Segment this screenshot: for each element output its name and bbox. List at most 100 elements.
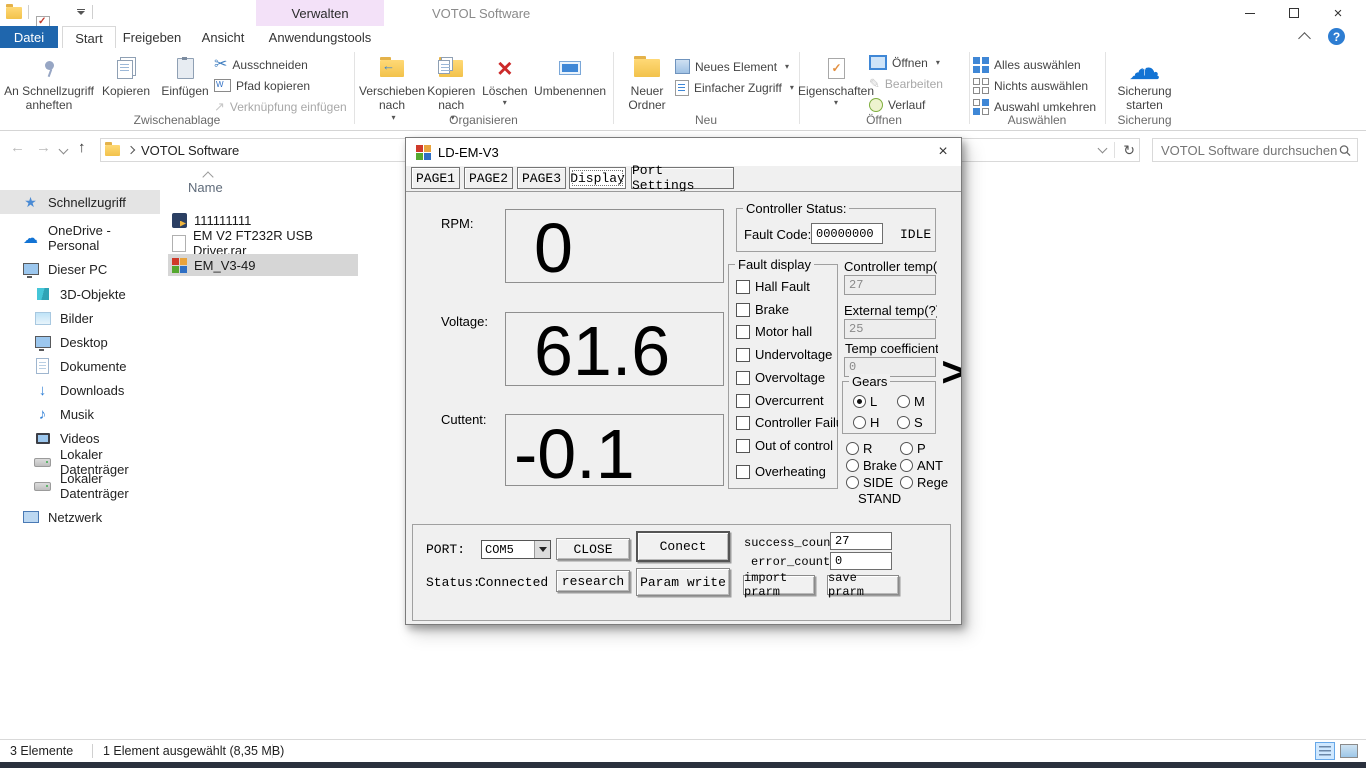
radio-icon[interactable] [897, 395, 910, 408]
fault-checkbox-overcurrent[interactable]: Overcurrent [736, 393, 838, 408]
tab-freigeben[interactable]: Freigeben [114, 26, 190, 48]
sidebar-item-quick-access[interactable]: ★ Schnellzugriff [0, 190, 160, 214]
fault-code-value[interactable]: 00000000 [811, 223, 883, 244]
checkbox-icon[interactable] [736, 416, 750, 430]
checkbox-icon[interactable] [736, 371, 750, 385]
help-button[interactable]: ? [1328, 28, 1345, 45]
back-icon[interactable]: ← [10, 140, 25, 155]
history-button[interactable]: Verlauf [869, 94, 943, 115]
fault-checkbox-overheating[interactable]: Overheating [736, 464, 838, 479]
restore-button[interactable] [1272, 0, 1316, 26]
radio-icon[interactable] [900, 442, 913, 455]
tab-datei[interactable]: Datei [0, 26, 58, 48]
tab-ansicht[interactable]: Ansicht [190, 26, 256, 48]
thumbnails-view-button[interactable] [1339, 742, 1359, 760]
qat-customize-icon[interactable] [76, 9, 86, 15]
fault-checkbox-out-of-control[interactable]: Out of control [736, 438, 838, 453]
sidebar-item-music[interactable]: ♪ Musik [0, 402, 160, 426]
checkbox-icon[interactable] [736, 325, 750, 339]
checkbox-icon[interactable] [736, 439, 750, 453]
fault-checkbox-hall-fault[interactable]: Hall Fault [736, 279, 838, 294]
forward-icon[interactable]: → [36, 140, 51, 155]
tab-display[interactable]: Display [569, 167, 626, 189]
minimize-button[interactable] [1228, 0, 1272, 26]
sidebar-item-downloads[interactable]: ↓ Downloads [0, 378, 160, 402]
select-none-button[interactable]: Nichts auswählen [973, 75, 1096, 96]
radio-icon[interactable] [846, 442, 859, 455]
start-backup-button[interactable]: ☁↑ Sicherung starten [1107, 50, 1182, 113]
radio-gear-m[interactable]: M [897, 394, 925, 409]
delete-button[interactable]: × Löschen [480, 50, 529, 107]
save-param-button[interactable]: save prarm [827, 575, 899, 595]
collapse-ribbon-icon[interactable] [1298, 32, 1311, 45]
radio-icon[interactable] [897, 416, 910, 429]
tab-port-settings[interactable]: Port Settings [631, 167, 734, 189]
address-dropdown-icon[interactable] [1098, 144, 1108, 154]
details-view-button[interactable] [1315, 742, 1335, 760]
search-box[interactable] [1152, 138, 1358, 162]
tab-start[interactable]: Start [62, 26, 116, 49]
controller-temp-value[interactable]: 27 [844, 275, 936, 295]
rename-button[interactable]: Umbenennen [529, 50, 611, 99]
port-combo[interactable]: COM5 [481, 540, 551, 559]
radio-gear-s[interactable]: S [897, 415, 923, 430]
new-folder-button[interactable]: Neuer Ordner [619, 50, 675, 113]
move-to-button[interactable]: ← Verschieben nach [362, 50, 422, 122]
verwalten-context-tab[interactable]: Verwalten [256, 0, 384, 26]
sidebar-item-onedrive[interactable]: ☁ OneDrive - Personal [0, 226, 160, 250]
external-temp-value[interactable]: 25 [844, 319, 936, 339]
radio-brake[interactable]: Brake [846, 458, 897, 473]
copy-to-button[interactable]: Kopieren nach [422, 50, 480, 122]
copy-path-button[interactable]: Pfad kopieren [214, 75, 347, 96]
fault-checkbox-controller-failure[interactable]: Controller Failure [736, 415, 838, 430]
radio-icon[interactable] [853, 416, 866, 429]
radio-icon[interactable] [900, 476, 913, 489]
radio-rege[interactable]: Rege [900, 475, 948, 490]
sidebar-item-3d-objects[interactable]: 3D-Objekte [0, 282, 160, 306]
import-param-button[interactable]: import prarm [743, 575, 815, 595]
paste-button[interactable]: Einfügen [156, 50, 214, 99]
error-count-value[interactable]: 0 [830, 552, 892, 570]
sidebar-item-this-pc[interactable]: Dieser PC [0, 257, 160, 281]
expand-arrow[interactable]: > [941, 354, 962, 396]
sidebar-item-network[interactable]: Netzwerk [0, 505, 160, 529]
connect-button[interactable]: Conect [636, 531, 730, 562]
radio-icon[interactable] [846, 476, 859, 489]
checkbox-icon[interactable] [736, 394, 750, 408]
param-write-button[interactable]: Param write [636, 568, 730, 596]
checkbox-icon[interactable] [736, 303, 750, 317]
pin-to-quick-access-button[interactable]: An Schnellzugriff anheften [2, 50, 96, 113]
select-all-button[interactable]: Alles auswählen [973, 54, 1096, 75]
radio-icon[interactable] [900, 459, 913, 472]
radio-gear-h[interactable]: H [853, 415, 879, 430]
easy-access-button[interactable]: Einfacher Zugriff [675, 77, 794, 98]
fault-checkbox-motor-hall[interactable]: Motor hall [736, 324, 838, 339]
sidebar-item-local-disk-2[interactable]: Lokaler Datenträger [0, 474, 160, 498]
fault-checkbox-undervoltage[interactable]: Undervoltage [736, 347, 838, 362]
open-button[interactable]: Öffnen [869, 52, 943, 73]
radio-ant[interactable]: ANT [900, 458, 943, 473]
recent-locations-icon[interactable] [59, 145, 69, 155]
refresh-icon[interactable]: ↻ [1123, 142, 1135, 159]
close-port-button[interactable]: CLOSE [556, 538, 630, 560]
checkbox-icon[interactable] [736, 465, 750, 479]
radio-icon[interactable] [853, 395, 866, 408]
fault-checkbox-overvoltage[interactable]: Overvoltage [736, 370, 838, 385]
radio-side-stand[interactable]: SIDE [846, 475, 893, 490]
new-item-button[interactable]: Neues Element [675, 56, 794, 77]
qat-folder-icon[interactable] [6, 7, 22, 19]
tab-anwendungstools[interactable]: Anwendungstools [256, 26, 384, 48]
tab-page2[interactable]: PAGE2 [464, 167, 513, 189]
radio-r[interactable]: R [846, 441, 872, 456]
tab-page1[interactable]: PAGE1 [411, 167, 460, 189]
close-button[interactable]: × [1316, 0, 1360, 26]
breadcrumb[interactable]: VOTOL Software [141, 143, 239, 158]
column-header-name[interactable]: Name [188, 180, 223, 195]
radio-p[interactable]: P [900, 441, 926, 456]
up-icon[interactable]: ↑ [78, 140, 86, 155]
sidebar-item-desktop[interactable]: Desktop [0, 330, 160, 354]
search-icon[interactable] [1339, 144, 1351, 157]
dialog-close-button[interactable]: × [933, 142, 953, 162]
research-button[interactable]: research [556, 570, 630, 592]
tab-page3[interactable]: PAGE3 [517, 167, 566, 189]
